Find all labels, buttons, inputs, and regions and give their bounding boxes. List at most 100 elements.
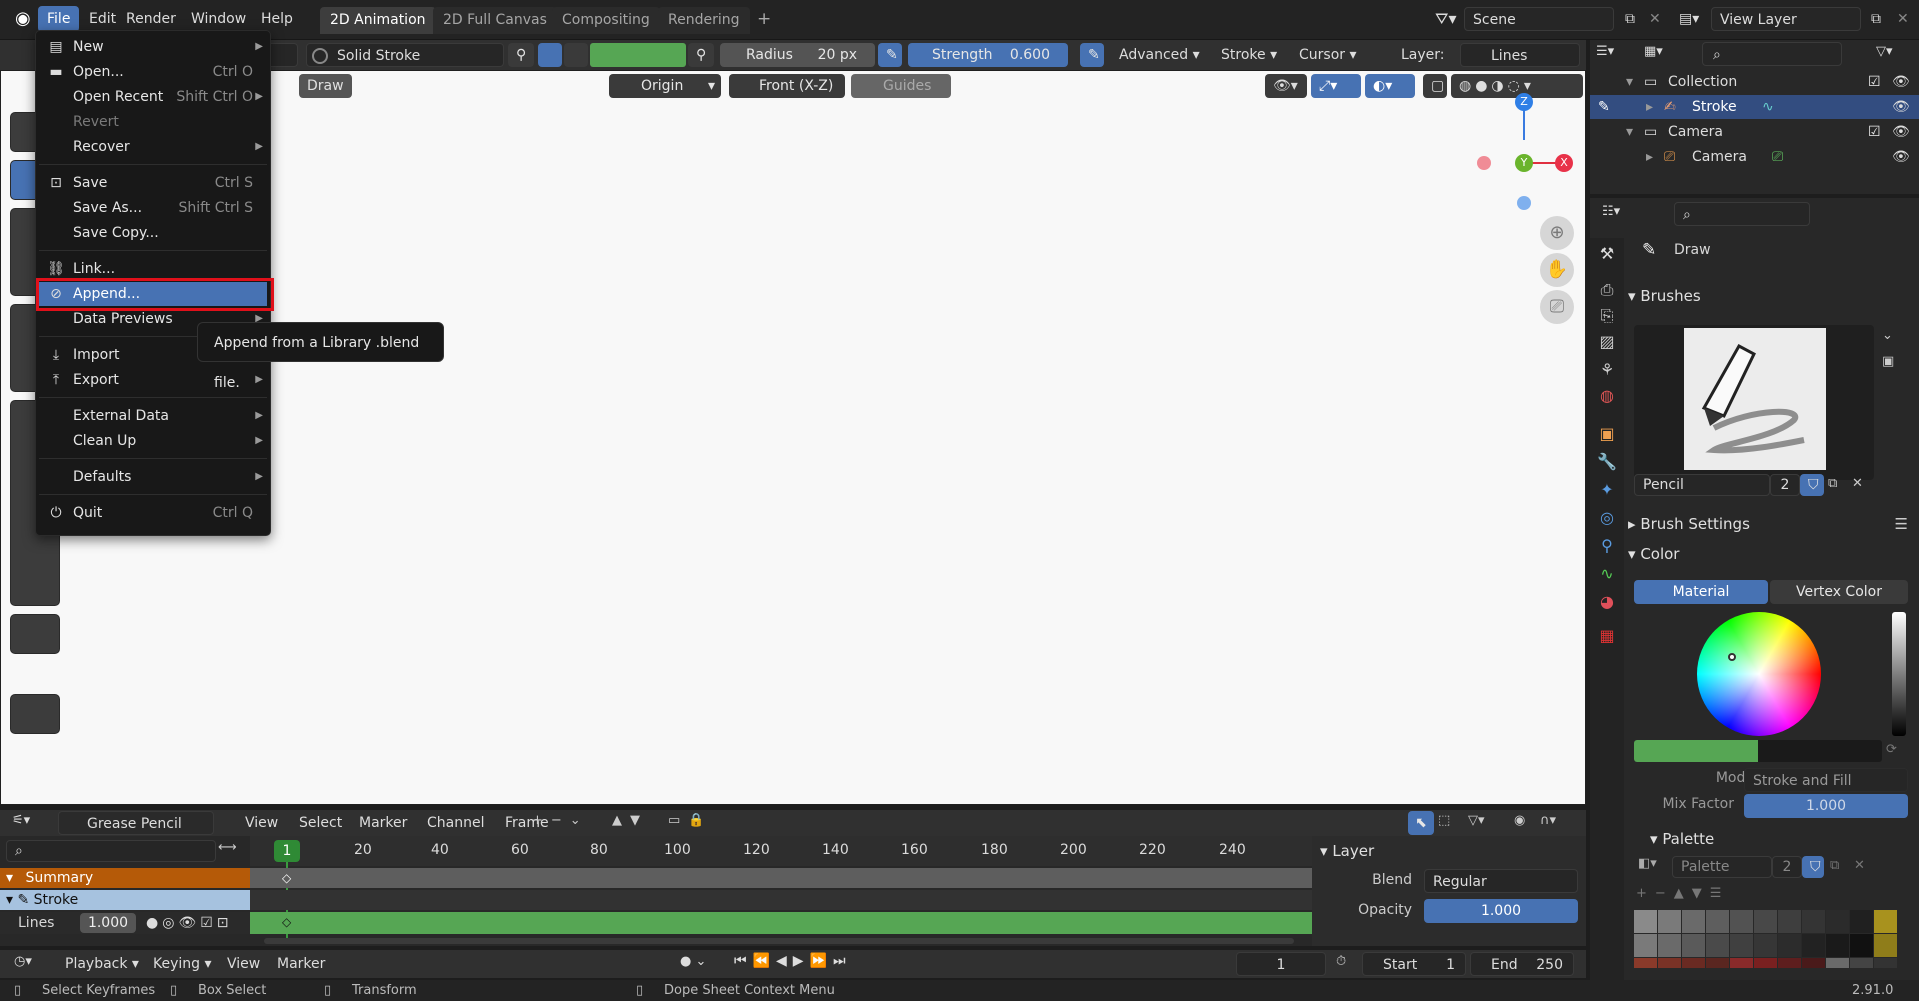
menu-window[interactable]: Window bbox=[182, 6, 255, 32]
tab-rendering[interactable]: Rendering bbox=[658, 7, 750, 34]
end-frame-field[interactable]: End 250 bbox=[1470, 952, 1574, 976]
duplicate-palette-icon[interactable]: ⧉ bbox=[1830, 858, 1839, 873]
filter-icon[interactable]: ▽▾ bbox=[1876, 44, 1910, 66]
menu-item-clean-up[interactable]: Clean Up ▶ bbox=[39, 429, 267, 453]
material-tab-icon[interactable]: ◕ bbox=[1595, 590, 1619, 614]
dopesheet-editor-type-icon[interactable]: ⚟▾ bbox=[12, 813, 30, 828]
eye-icon[interactable]: 👁 bbox=[1892, 95, 1910, 119]
cursor-dropdown[interactable]: Cursor ▾ bbox=[1290, 42, 1366, 68]
layer-move-icon[interactable]: ▲▼ bbox=[612, 813, 648, 828]
swap-channels-icon[interactable]: ⟷ bbox=[218, 840, 237, 855]
unlink-brush-icon[interactable]: ✕ bbox=[1852, 476, 1863, 491]
dopesheet-mode-dropdown[interactable]: Grease Pencil bbox=[58, 811, 214, 835]
physics-tab-icon[interactable]: ◎ bbox=[1595, 506, 1619, 530]
brush-name-field[interactable]: Pencil bbox=[1634, 474, 1770, 496]
lines-track[interactable] bbox=[250, 912, 1312, 934]
stroke-track[interactable] bbox=[250, 890, 1312, 910]
layer-field[interactable]: Lines bbox=[1460, 43, 1580, 67]
dopesheet-menu-channel[interactable]: Channel bbox=[418, 810, 493, 836]
outliner-row-collection[interactable]: ▾ ▭ Collection ☑ 👁 bbox=[1590, 70, 1919, 94]
record-icon[interactable]: ● ⌄ bbox=[680, 954, 706, 969]
eye-icon[interactable]: 👁 bbox=[1892, 120, 1910, 144]
checkbox-icon[interactable]: ☑ bbox=[1868, 120, 1881, 144]
outliner-search-input[interactable]: ⌕ bbox=[1702, 42, 1842, 66]
draw-mode-button[interactable]: Draw bbox=[299, 74, 352, 98]
outliner-row-stroke[interactable]: ✎ ▸ ✍ Stroke ∿ 👁 bbox=[1590, 95, 1919, 119]
frame-ruler[interactable]: 1 20 40 60 80 100 120 140 160 180 200 22… bbox=[250, 836, 1312, 940]
properties-search-input[interactable]: ⌕ bbox=[1674, 202, 1810, 226]
object-tab-icon[interactable]: ▣ bbox=[1595, 422, 1619, 446]
list-icon[interactable]: ☰ bbox=[1895, 511, 1908, 537]
world-tab-icon[interactable]: ◍ bbox=[1595, 384, 1619, 408]
stroke-dropdown[interactable]: Stroke ▾ bbox=[1212, 42, 1286, 68]
tab-compositing[interactable]: Compositing bbox=[552, 7, 660, 34]
tool-circle-icon[interactable] bbox=[10, 614, 60, 654]
unlink-palette-icon[interactable]: ✕ bbox=[1854, 858, 1865, 873]
playback-controls-icon[interactable]: ⏮⏪◀▶⏩⏭ bbox=[734, 953, 852, 969]
falloff-icon[interactable]: ∩▾ bbox=[1540, 813, 1556, 828]
overlay-icon[interactable]: ◐▾ bbox=[1365, 74, 1415, 98]
opacity-field[interactable]: 1.000 bbox=[1424, 899, 1578, 923]
menu-item-save-as[interactable]: Save As... Shift Ctrl S bbox=[39, 196, 267, 220]
timeline-menu-keying[interactable]: Keying ▾ bbox=[144, 951, 221, 977]
gizmo-z-icon[interactable]: Z bbox=[1515, 93, 1533, 111]
gizmo-x-icon[interactable]: X bbox=[1555, 154, 1573, 172]
menu-item-external-data[interactable]: External Data ▶ bbox=[39, 404, 267, 428]
color-picker-cursor[interactable] bbox=[1728, 653, 1736, 661]
camera-view-icon[interactable]: ⎚ bbox=[1540, 290, 1574, 324]
palette-tools-icon[interactable]: +−▲▼☰ bbox=[1636, 886, 1729, 901]
swap-colors-icon[interactable]: ⟳ bbox=[1886, 742, 1897, 757]
editor-type-icon[interactable]: ☰▾ bbox=[1596, 44, 1636, 66]
menu-item-quit[interactable]: ⏻ Quit Ctrl Q bbox=[39, 501, 267, 525]
delete-scene-icon[interactable]: ✕ bbox=[1640, 6, 1670, 32]
visibility-icon[interactable]: 👁▾ bbox=[1265, 74, 1307, 98]
new-view-layer-icon[interactable]: ⧉ bbox=[1862, 6, 1890, 32]
zoom-icon[interactable]: ⊕ bbox=[1540, 216, 1574, 250]
tab-2d-animation[interactable]: 2D Animation bbox=[320, 7, 436, 34]
material-color-icon[interactable] bbox=[538, 43, 562, 67]
current-frame-field[interactable]: 1 bbox=[1236, 952, 1326, 976]
menu-render[interactable]: Render bbox=[117, 6, 185, 32]
horizontal-scrollbar[interactable] bbox=[264, 938, 1294, 944]
timeline-menu-playback[interactable]: Playback ▾ bbox=[56, 951, 148, 977]
menu-help[interactable]: Help bbox=[252, 6, 302, 32]
blend-dropdown[interactable]: Regular bbox=[1424, 869, 1578, 893]
lines-opacity-field[interactable]: 1.000 bbox=[80, 913, 136, 933]
proportional-icon[interactable]: ◉ bbox=[1514, 813, 1525, 828]
layer-panel-header[interactable]: ▾ Layer bbox=[1320, 842, 1374, 860]
view-layer-tab-icon[interactable]: ▨ bbox=[1595, 330, 1619, 354]
dopesheet-filter-icon[interactable]: ▽▾ bbox=[1468, 813, 1485, 828]
dopesheet-menu-view[interactable]: View bbox=[236, 810, 287, 836]
layer-toggle-icons[interactable]: ●◎👁☑⊡ bbox=[146, 912, 233, 934]
menu-file[interactable]: File bbox=[38, 6, 80, 32]
channel-search-input[interactable]: ⌕ bbox=[6, 840, 216, 862]
brush-image-icon[interactable]: ▣ bbox=[1882, 354, 1894, 369]
tab-2d-full-canvas[interactable]: 2D Full Canvas bbox=[433, 7, 557, 34]
brush-dropdown-icon[interactable]: ⌄ bbox=[1882, 328, 1893, 343]
outliner-row-camera[interactable]: ▸ ⎚ Camera ⎚ 👁 bbox=[1590, 145, 1919, 169]
scene-tab-icon[interactable]: ⚘ bbox=[1595, 358, 1619, 382]
radius-field[interactable]: Radius 20 px bbox=[720, 43, 875, 67]
palette-shield-icon[interactable]: ⛉ bbox=[1802, 856, 1824, 878]
layer-lock-icon[interactable]: ▭🔒 bbox=[668, 813, 712, 828]
brushes-panel-header[interactable]: ▾ Brushes bbox=[1628, 283, 1918, 309]
keyframe-icon[interactable]: ◇ bbox=[282, 915, 291, 929]
output-tab-icon[interactable]: ⎘ bbox=[1595, 304, 1619, 328]
brush-settings-panel-header[interactable]: ▸ Brush Settings ☰ bbox=[1628, 511, 1918, 537]
gizmo-neg-z-icon[interactable] bbox=[1517, 196, 1531, 210]
mode-dropdown[interactable]: Stroke and Fill bbox=[1744, 768, 1908, 792]
timeline-menu-marker[interactable]: Marker bbox=[268, 951, 334, 977]
dopesheet-menu-marker[interactable]: Marker bbox=[350, 810, 416, 836]
duplicate-brush-icon[interactable]: ⧉ bbox=[1828, 476, 1837, 491]
color-swatch[interactable] bbox=[590, 43, 686, 67]
outliner-row-camera-collection[interactable]: ▾ ▭ Camera ☑ 👁 bbox=[1590, 120, 1919, 144]
layer-add-remove-icon[interactable]: +−⌄ bbox=[532, 813, 589, 828]
palette-name-field[interactable]: Palette bbox=[1672, 856, 1772, 878]
view-layer-selector-icon[interactable]: ▤▾ bbox=[1670, 6, 1708, 32]
dopesheet-menu-select[interactable]: Select bbox=[290, 810, 351, 836]
mix-factor-field[interactable]: 1.000 bbox=[1744, 794, 1908, 818]
channel-stroke[interactable]: ▾ ✎ Stroke bbox=[0, 890, 250, 910]
menu-item-open[interactable]: ▬ Open... Ctrl O bbox=[39, 60, 267, 84]
palette-browse-icon[interactable]: ◧▾ bbox=[1638, 856, 1657, 871]
view-plane-dropdown[interactable]: Front (X-Z) bbox=[729, 74, 845, 98]
